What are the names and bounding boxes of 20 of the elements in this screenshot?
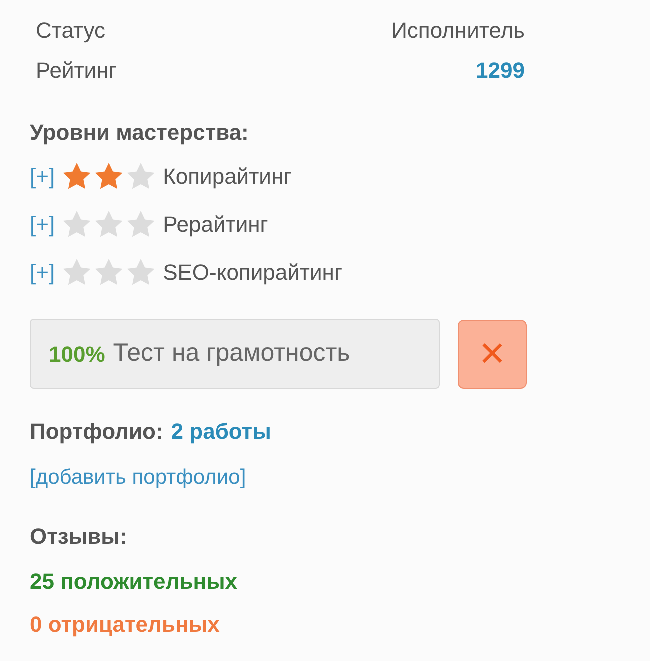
test-label: Тест на грамотность bbox=[113, 338, 350, 370]
negative-reviews-link[interactable]: 0 отрицательных bbox=[30, 608, 220, 640]
field-value: Исполнитель bbox=[392, 17, 525, 45]
section-title: Уровни мастерства: bbox=[30, 119, 250, 147]
skill-name: Копирайтинг bbox=[163, 163, 292, 191]
expand-link[interactable]: [+] bbox=[30, 255, 56, 291]
field-label: Рейтинг bbox=[36, 57, 117, 85]
field-value: 1299 bbox=[476, 57, 525, 85]
skill-name: Рерайтинг bbox=[163, 211, 268, 239]
add-portfolio-link[interactable]: [добавить портфолио] bbox=[30, 462, 246, 494]
close-button[interactable]: × bbox=[458, 320, 527, 388]
field-label: Статус bbox=[36, 17, 106, 45]
expand-link[interactable]: [+] bbox=[30, 159, 56, 195]
skill-name: SEO-копирайтинг bbox=[163, 259, 342, 287]
portfolio-link[interactable]: 2 работы bbox=[171, 415, 272, 448]
positive-reviews-link[interactable]: 25 положительных bbox=[30, 564, 238, 598]
section-title: Портфолио: bbox=[30, 418, 164, 446]
test-score: 100% bbox=[49, 340, 106, 368]
section-title: Отзывы: bbox=[30, 522, 128, 550]
expand-link[interactable]: [+] bbox=[30, 207, 56, 243]
